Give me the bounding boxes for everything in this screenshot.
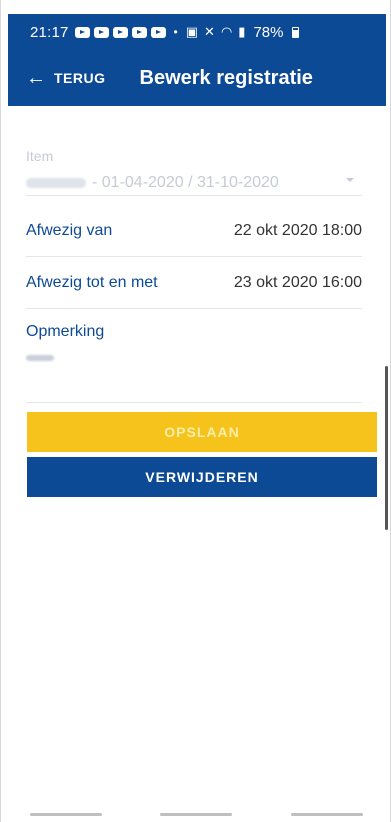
absent-from-value[interactable]: 22 okt 2020 18:00	[234, 222, 362, 240]
nav-recents-button[interactable]	[30, 812, 103, 816]
remark-field[interactable]: Opmerking	[26, 309, 362, 403]
absent-until-value[interactable]: 23 okt 2020 16:00	[234, 274, 362, 292]
save-button[interactable]: OPSLAAN	[27, 412, 377, 452]
back-button[interactable]: ← TERUG	[8, 50, 106, 106]
edit-form: Item - 01-04-2020 / 31-10-2020 Afwezig v…	[26, 140, 362, 403]
absent-until-label: Afwezig tot en met	[26, 273, 158, 291]
absent-until-row[interactable]: Afwezig tot en met 23 okt 2020 16:00	[26, 257, 362, 309]
absent-from-label: Afwezig van	[26, 221, 113, 239]
status-time: 21:17	[30, 23, 69, 41]
youtube-notification-icon	[74, 26, 90, 38]
youtube-notification-icon	[150, 26, 166, 38]
battery-icon	[292, 26, 300, 38]
item-select[interactable]: - 01-04-2020 / 31-10-2020	[26, 170, 362, 196]
more-notifications-dot-icon: •	[173, 25, 178, 39]
status-bar: 21:17 • ▣ ✕ ◠ ▮ 78%	[8, 14, 386, 50]
phone-frame: 21:17 • ▣ ✕ ◠ ▮ 78% ← TERUG Bewerk regis…	[0, 0, 391, 822]
youtube-notification-icon	[131, 26, 147, 38]
remark-label: Opmerking	[26, 323, 105, 340]
item-name-redacted	[26, 177, 86, 188]
youtube-notification-icon	[112, 26, 128, 38]
back-label: TERUG	[54, 70, 106, 86]
system-nav-bar	[1, 806, 391, 822]
battery-percentage: 78%	[253, 23, 284, 41]
youtube-notification-icon	[93, 26, 109, 38]
chevron-down-icon	[346, 178, 354, 182]
notification-icons	[74, 26, 166, 38]
wifi-icon: ◠	[220, 24, 233, 39]
scrollbar[interactable]	[385, 366, 388, 530]
mute-icon: ✕	[204, 24, 215, 39]
item-label: Item	[26, 148, 54, 164]
arrow-left-icon: ←	[26, 67, 46, 89]
nav-home-button[interactable]	[160, 812, 233, 816]
signal-icon: ▮	[238, 24, 246, 39]
item-dates: - 01-04-2020 / 31-10-2020	[92, 173, 279, 191]
nav-back-button[interactable]	[290, 812, 363, 816]
page-title: Bewerk registratie	[139, 66, 313, 89]
app-bar: ← TERUG Bewerk registratie	[8, 50, 386, 106]
absent-from-row[interactable]: Afwezig van 22 okt 2020 18:00	[26, 205, 362, 257]
system-icons: ▣ ✕ ◠ ▮ 78%	[186, 24, 300, 41]
delete-button[interactable]: VERWIJDEREN	[27, 457, 377, 497]
remark-value-redacted[interactable]	[26, 355, 54, 361]
vibrate-icon: ▣	[185, 24, 199, 39]
